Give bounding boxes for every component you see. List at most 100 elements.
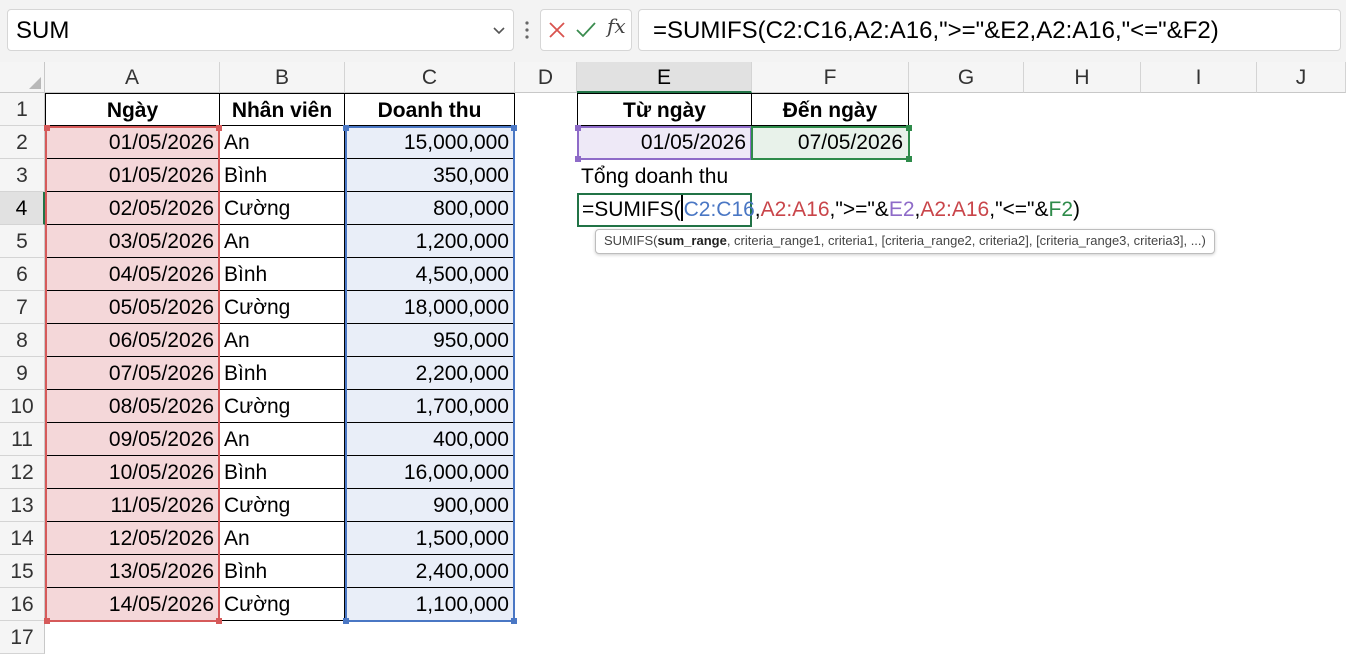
cell-revenue[interactable]: 1,100,000 xyxy=(345,588,515,621)
cell-revenue[interactable]: 900,000 xyxy=(345,489,515,522)
column-header-a[interactable]: A xyxy=(45,62,220,93)
row-header-5[interactable]: 5 xyxy=(0,225,45,258)
cell-revenue[interactable]: 1,500,000 xyxy=(345,522,515,555)
row-header-14[interactable]: 14 xyxy=(0,522,45,555)
range-handle[interactable] xyxy=(906,156,912,162)
enter-check-icon[interactable] xyxy=(575,20,597,40)
cell-date[interactable]: 13/05/2026 xyxy=(45,555,220,588)
column-header-h[interactable]: H xyxy=(1024,62,1141,93)
cell-date[interactable]: 10/05/2026 xyxy=(45,456,220,489)
cell-employee[interactable]: Cường xyxy=(220,291,345,324)
cell-employee[interactable]: An xyxy=(220,324,345,357)
range-handle[interactable] xyxy=(575,125,581,131)
row-header-10[interactable]: 10 xyxy=(0,390,45,423)
row-header-6[interactable]: 6 xyxy=(0,258,45,291)
column-header-e[interactable]: E xyxy=(577,62,752,93)
column-header-d[interactable]: D xyxy=(515,62,577,93)
cell-revenue[interactable]: 4,500,000 xyxy=(345,258,515,291)
range-handle[interactable] xyxy=(511,618,517,624)
cell-date[interactable]: 05/05/2026 xyxy=(45,291,220,324)
cell-employee[interactable]: Bình xyxy=(220,159,345,192)
row-header-17[interactable]: 17 xyxy=(0,621,45,654)
header-cell-tu-ngay[interactable]: Từ ngày xyxy=(577,93,752,126)
cell-date[interactable]: 09/05/2026 xyxy=(45,423,220,456)
header-cell-nhan-vien[interactable]: Nhân viên xyxy=(220,93,345,126)
range-handle[interactable] xyxy=(343,125,349,131)
range-handle[interactable] xyxy=(216,125,222,131)
range-handle[interactable] xyxy=(575,156,581,162)
cell-revenue[interactable]: 2,200,000 xyxy=(345,357,515,390)
cell-date[interactable]: 12/05/2026 xyxy=(45,522,220,555)
criteria-from-date[interactable]: 01/05/2026 xyxy=(577,126,752,159)
cell-revenue[interactable]: 18,000,000 xyxy=(345,291,515,324)
cell-employee[interactable]: Cường xyxy=(220,588,345,621)
cell-employee[interactable]: Bình xyxy=(220,258,345,291)
range-handle[interactable] xyxy=(511,125,517,131)
cell-employee[interactable]: An xyxy=(220,423,345,456)
header-cell-den-ngay[interactable]: Đến ngày xyxy=(752,93,909,126)
cell-date[interactable]: 14/05/2026 xyxy=(45,588,220,621)
tooltip-function-name[interactable]: SUMIFS( xyxy=(604,233,657,248)
cell-date[interactable]: 08/05/2026 xyxy=(45,390,220,423)
cell-date[interactable]: 01/05/2026 xyxy=(45,126,220,159)
cell-employee[interactable]: An xyxy=(220,522,345,555)
cell-date[interactable]: 03/05/2026 xyxy=(45,225,220,258)
cell-date[interactable]: 06/05/2026 xyxy=(45,324,220,357)
cancel-icon[interactable] xyxy=(547,20,567,40)
cell-edit-formula[interactable]: =SUMIFS(C2:C16,A2:A16,">="&E2,A2:A16,"<=… xyxy=(582,193,1080,226)
cell-employee[interactable]: Cường xyxy=(220,390,345,423)
column-header-c[interactable]: C xyxy=(345,62,515,93)
range-handle[interactable] xyxy=(343,618,349,624)
header-cell-ngay[interactable]: Ngày xyxy=(45,93,220,126)
formula-input[interactable]: =SUMIFS(C2:C16,A2:A16,">="&E2,A2:A16,"<=… xyxy=(638,9,1341,51)
column-header-g[interactable]: G xyxy=(909,62,1024,93)
cell-date[interactable]: 01/05/2026 xyxy=(45,159,220,192)
cell-date[interactable]: 04/05/2026 xyxy=(45,258,220,291)
cell-employee[interactable]: An xyxy=(220,126,345,159)
row-header-13[interactable]: 13 xyxy=(0,489,45,522)
cell-revenue[interactable]: 400,000 xyxy=(345,423,515,456)
range-handle[interactable] xyxy=(44,618,50,624)
cell-revenue[interactable]: 1,700,000 xyxy=(345,390,515,423)
cell-date[interactable]: 11/05/2026 xyxy=(45,489,220,522)
column-header-b[interactable]: B xyxy=(220,62,345,93)
cell-employee[interactable]: An xyxy=(220,225,345,258)
cell-revenue[interactable]: 800,000 xyxy=(345,192,515,225)
row-header-15[interactable]: 15 xyxy=(0,555,45,588)
criteria-to-date[interactable]: 07/05/2026 xyxy=(752,126,909,159)
cell-employee[interactable]: Cường xyxy=(220,192,345,225)
cell-employee[interactable]: Bình xyxy=(220,357,345,390)
cell-revenue[interactable]: 350,000 xyxy=(345,159,515,192)
row-header-7[interactable]: 7 xyxy=(0,291,45,324)
row-header-11[interactable]: 11 xyxy=(0,423,45,456)
row-header-3[interactable]: 3 xyxy=(0,159,45,192)
tooltip-current-argument[interactable]: sum_range xyxy=(657,233,726,248)
chevron-down-icon[interactable] xyxy=(491,22,507,38)
more-options-icon[interactable] xyxy=(521,16,533,44)
select-all-corner[interactable] xyxy=(0,62,45,93)
range-handle[interactable] xyxy=(216,618,222,624)
cell-employee[interactable]: Cường xyxy=(220,489,345,522)
range-handle[interactable] xyxy=(906,125,912,131)
cell-date[interactable]: 02/05/2026 xyxy=(45,192,220,225)
cell-employee[interactable]: Bình xyxy=(220,555,345,588)
cell-date[interactable]: 07/05/2026 xyxy=(45,357,220,390)
column-header-i[interactable]: I xyxy=(1141,62,1257,93)
insert-function-icon[interactable]: fx xyxy=(607,14,626,38)
column-header-j[interactable]: J xyxy=(1257,62,1346,93)
row-header-8[interactable]: 8 xyxy=(0,324,45,357)
row-header-16[interactable]: 16 xyxy=(0,588,45,621)
cell-revenue[interactable]: 1,200,000 xyxy=(345,225,515,258)
cell-revenue[interactable]: 2,400,000 xyxy=(345,555,515,588)
row-header-1[interactable]: 1 xyxy=(0,93,45,126)
cell-revenue[interactable]: 950,000 xyxy=(345,324,515,357)
range-handle[interactable] xyxy=(44,125,50,131)
total-label[interactable]: Tổng doanh thu xyxy=(577,160,752,193)
row-header-4[interactable]: 4 xyxy=(0,192,45,225)
cell-revenue[interactable]: 16,000,000 xyxy=(345,456,515,489)
column-header-f[interactable]: F xyxy=(752,62,909,93)
name-box[interactable]: SUM xyxy=(7,9,514,51)
row-header-12[interactable]: 12 xyxy=(0,456,45,489)
header-cell-doanh-thu[interactable]: Doanh thu xyxy=(345,93,515,126)
row-header-9[interactable]: 9 xyxy=(0,357,45,390)
